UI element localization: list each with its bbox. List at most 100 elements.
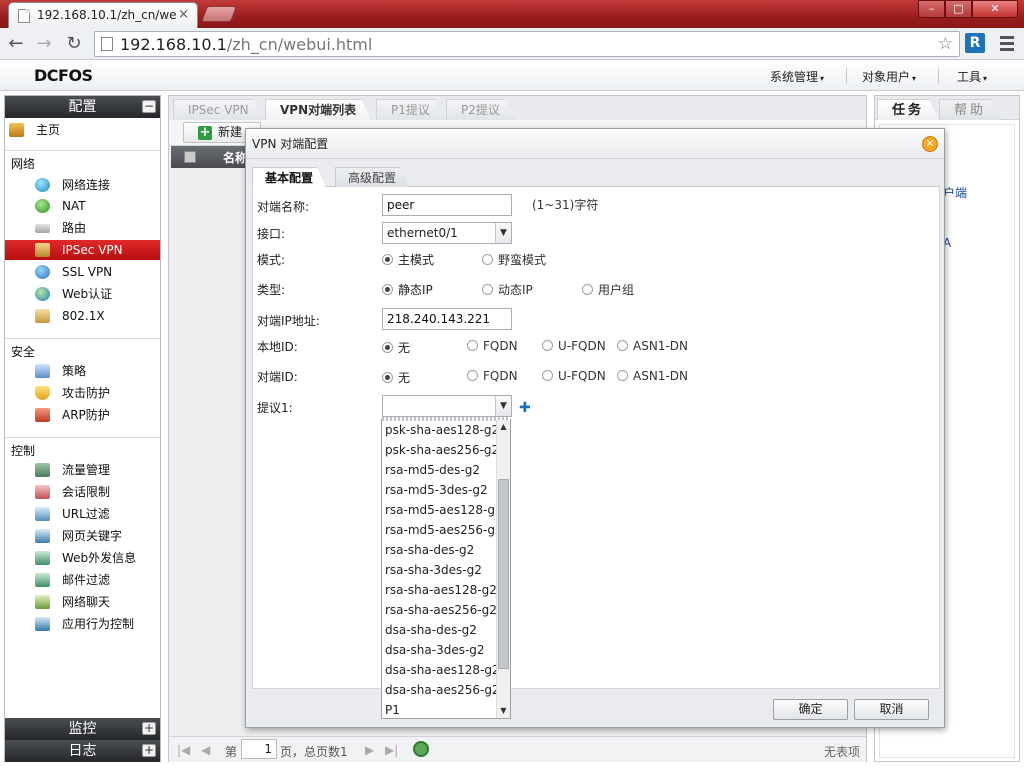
reload-icon[interactable]: ↻ xyxy=(63,33,85,55)
sidebar-item-ssl-vpn[interactable]: SSL VPN xyxy=(5,262,160,282)
interface-select[interactable]: ethernet0/1 ▼ xyxy=(382,222,512,244)
proposal-option[interactable]: psk-sha-aes256-g2 xyxy=(382,440,499,460)
expand-plus-icon[interactable]: + xyxy=(142,722,156,735)
proposal-option[interactable]: dsa-sha-aes128-g2 xyxy=(382,660,500,680)
proposal-option[interactable]: rsa-sha-3des-g2 xyxy=(382,560,494,580)
page-number-input[interactable]: 1 xyxy=(241,739,277,759)
scroll-up-icon[interactable]: ▲ xyxy=(497,420,510,434)
ok-button[interactable]: 确定 xyxy=(773,699,848,720)
window-minimize-button[interactable]: – xyxy=(918,0,945,18)
sidebar-header-log[interactable]: 日志 + xyxy=(5,740,160,762)
proposal-option[interactable]: rsa-sha-aes128-g2 xyxy=(382,580,497,600)
tab-vpn-peer-list[interactable]: VPN对端列表 xyxy=(265,99,371,120)
local-id-none-radio[interactable]: 无 xyxy=(382,339,410,356)
proposal-option[interactable]: rsa-sha-aes256-g2 xyxy=(382,600,497,620)
tab-close-icon[interactable]: × xyxy=(178,7,189,22)
address-bar[interactable]: 192.168.10.1/zh_cn/webui.html ☆ xyxy=(94,31,960,57)
proposal-option[interactable]: dsa-sha-3des-g2 xyxy=(382,640,494,660)
sidebar-item-attack-defense[interactable]: 攻击防护 xyxy=(5,383,160,403)
tab-basic-config[interactable]: 基本配置 xyxy=(252,167,326,187)
peer-id-ufqdn-radio[interactable]: U-FQDN xyxy=(542,369,606,383)
sidebar-item-web-auth[interactable]: Web认证 xyxy=(5,284,160,304)
sidebar-item-arp-defense[interactable]: ARP防护 xyxy=(5,405,160,425)
mode-main-radio[interactable]: 主模式 xyxy=(382,251,434,268)
tab-advanced-config[interactable]: 高级配置 xyxy=(335,167,409,187)
peer-ip-input[interactable]: 218.240.143.221 xyxy=(382,308,512,330)
sidebar-item-session-limit[interactable]: 会话限制 xyxy=(5,482,160,502)
tab-help[interactable]: 帮助 xyxy=(939,99,1001,120)
local-id-fqdn-radio[interactable]: FQDN xyxy=(467,339,518,353)
sidebar-item-route[interactable]: 路由 xyxy=(5,218,160,238)
sidebar-item-home[interactable]: 主页 xyxy=(5,120,160,140)
refresh-icon[interactable] xyxy=(413,741,429,757)
task-link[interactable]: 户端 xyxy=(943,184,967,201)
tab-p1-proposal[interactable]: P1提议 xyxy=(376,99,445,120)
chevron-down-icon[interactable]: ▼ xyxy=(495,223,511,243)
tab-tasks[interactable]: 任务 xyxy=(877,99,939,120)
sidebar-item-app-behavior-control[interactable]: 应用行为控制 xyxy=(5,614,160,634)
peer-id-fqdn-radio[interactable]: FQDN xyxy=(467,369,518,383)
close-icon[interactable]: ✕ xyxy=(922,136,938,152)
sidebar-header-config[interactable]: 配置 − xyxy=(5,96,160,118)
local-id-asn1dn-radio[interactable]: ASN1-DN xyxy=(617,339,688,353)
sidebar-item-network-connection[interactable]: 网络连接 xyxy=(5,175,160,195)
dialog-title: VPN 对端配置 xyxy=(252,137,329,151)
last-page-icon[interactable]: ▶| xyxy=(385,743,398,757)
dropdown-scrollbar[interactable]: ▲ ▼ xyxy=(496,420,510,718)
sidebar-item-8021x[interactable]: 802.1X xyxy=(5,306,160,326)
mode-aggressive-radio[interactable]: 野蛮模式 xyxy=(482,251,546,268)
cancel-button[interactable]: 取消 xyxy=(854,699,929,720)
back-arrow-icon[interactable]: ← xyxy=(5,33,27,55)
window-maximize-button[interactable]: □ xyxy=(945,0,972,18)
menu-system-management[interactable]: 系统管理 ▾ xyxy=(770,68,824,85)
add-proposal-icon[interactable]: ✚ xyxy=(519,400,531,416)
chevron-down-icon[interactable]: ▼ xyxy=(495,396,511,416)
browser-tab[interactable]: 192.168.10.1/zh_cn/web × xyxy=(8,2,198,28)
bookmark-star-icon[interactable]: ☆ xyxy=(938,34,953,54)
url-text[interactable]: 192.168.10.1/zh_cn/webui.html xyxy=(120,35,372,54)
proposal-option[interactable]: psk-sha-aes128-g2 xyxy=(382,420,499,440)
proposal-option[interactable]: rsa-md5-aes256-g2 xyxy=(382,520,503,540)
proposal-option[interactable]: rsa-md5-aes128-g2 xyxy=(382,500,503,520)
first-page-icon[interactable]: |◀ xyxy=(177,743,190,757)
sidebar-item-traffic-management[interactable]: 流量管理 xyxy=(5,460,160,480)
expand-plus-icon[interactable]: + xyxy=(142,744,156,757)
sidebar-item-network-chat[interactable]: 网络聊天 xyxy=(5,592,160,612)
peer-id-asn1dn-radio[interactable]: ASN1-DN xyxy=(617,369,688,383)
browser-menu-icon[interactable] xyxy=(998,33,1016,53)
sidebar-item-ipsec-vpn[interactable]: IPSec VPN xyxy=(5,240,160,260)
sidebar-item-policy[interactable]: 策略 xyxy=(5,361,160,381)
window-close-button[interactable]: ✕ xyxy=(972,0,1018,18)
menu-tools[interactable]: 工具 ▾ xyxy=(957,68,987,85)
forward-arrow-icon[interactable]: → xyxy=(33,33,55,55)
proposal-1-select[interactable]: ▼ xyxy=(382,395,512,417)
proposal-option[interactable]: rsa-md5-des-g2 xyxy=(382,460,494,480)
extension-icon[interactable]: R xyxy=(965,33,985,53)
sidebar-item-web-outbound[interactable]: Web外发信息 xyxy=(5,548,160,568)
type-user-group-radio[interactable]: 用户组 xyxy=(582,281,634,298)
peer-name-input[interactable]: peer xyxy=(382,194,512,216)
menu-object-users[interactable]: 对象用户 ▾ xyxy=(862,68,916,85)
caret-down-icon: ▾ xyxy=(983,74,988,83)
local-id-ufqdn-radio[interactable]: U-FQDN xyxy=(542,339,606,353)
sidebar-header-monitor[interactable]: 监控 + xyxy=(5,718,160,740)
scrollbar-thumb[interactable] xyxy=(498,478,509,669)
select-all-checkbox[interactable] xyxy=(184,151,196,163)
proposal-option[interactable]: rsa-sha-des-g2 xyxy=(382,540,494,560)
collapse-minus-icon[interactable]: − xyxy=(142,100,156,113)
sidebar-item-url-filter[interactable]: URL过滤 xyxy=(5,504,160,524)
proposal-option[interactable]: dsa-sha-des-g2 xyxy=(382,620,494,640)
next-page-icon[interactable]: ▶ xyxy=(365,743,374,757)
sidebar-item-web-keyword[interactable]: 网页关键字 xyxy=(5,526,160,546)
sidebar-item-mail-filter[interactable]: 邮件过滤 xyxy=(5,570,160,590)
proposal-dropdown-list[interactable]: psk-sha-aes128-g2 psk-sha-aes256-g2 rsa-md… xyxy=(381,417,511,719)
tab-ipsec-vpn[interactable]: IPSec VPN xyxy=(173,99,264,120)
new-tab-button[interactable] xyxy=(201,6,237,22)
sidebar-item-nat[interactable]: NAT xyxy=(5,196,160,216)
type-static-ip-radio[interactable]: 静态IP xyxy=(382,281,433,298)
tab-p2-proposal[interactable]: P2提议 xyxy=(446,99,515,120)
prev-page-icon[interactable]: ◀ xyxy=(201,743,210,757)
peer-id-none-radio[interactable]: 无 xyxy=(382,369,410,386)
proposal-option[interactable]: rsa-md5-3des-g2 xyxy=(382,480,494,500)
type-dynamic-ip-radio[interactable]: 动态IP xyxy=(482,281,533,298)
